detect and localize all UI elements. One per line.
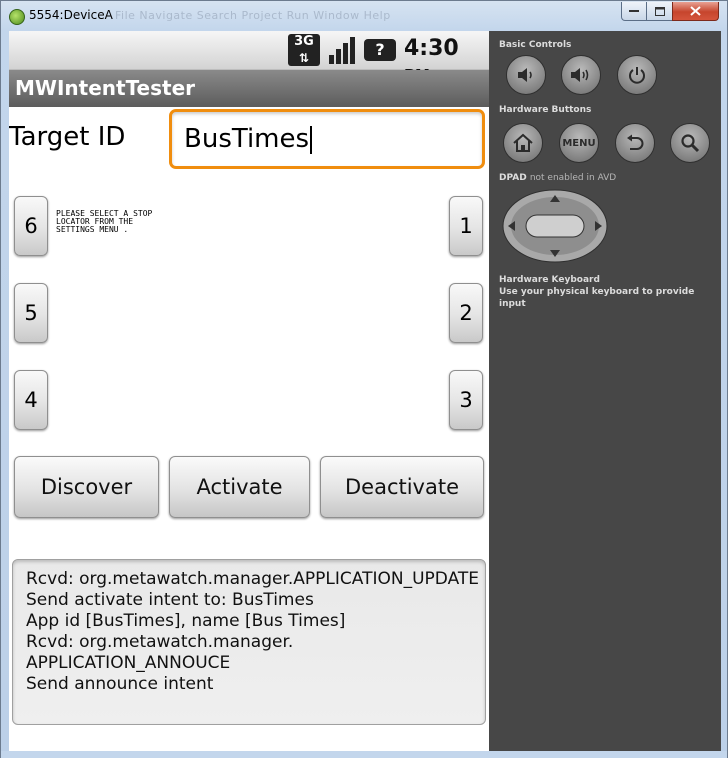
home-button[interactable] xyxy=(503,123,543,163)
keyboard-note: Use your physical keyboard to provide in… xyxy=(499,287,695,309)
button-6[interactable]: 6 xyxy=(14,196,48,256)
button-4[interactable]: 4 xyxy=(14,370,48,430)
close-icon xyxy=(690,6,701,16)
emulator-control-panel: Basic Controls Hardware Buttons MENU DPA… xyxy=(489,31,721,751)
emulator-window: 5554:DeviceA File Navigate Search Projec… xyxy=(0,0,728,758)
activate-button[interactable]: Activate xyxy=(169,456,310,518)
menu-icon: MENU xyxy=(562,137,596,149)
window-title: 5554:DeviceA xyxy=(29,8,113,22)
search-button[interactable] xyxy=(670,123,710,163)
log-line: Rcvd: org.metawatch.manager.APPLICATION_… xyxy=(26,569,480,589)
app-title-bar: MWIntentTester xyxy=(9,70,489,107)
button-5[interactable]: 5 xyxy=(14,283,48,343)
dpad-title: DPAD xyxy=(499,173,527,183)
volume-up-button[interactable] xyxy=(561,55,601,95)
power-icon xyxy=(629,67,645,84)
status-bar: 3G ⇅ ? 4:30 PM xyxy=(9,31,489,84)
log-output: Rcvd: org.metawatch.manager.APPLICATION_… xyxy=(12,559,486,725)
device-screen: 3G ⇅ ? 4:30 PM MWIntentTester Target ID … xyxy=(9,31,489,751)
back-button[interactable] xyxy=(615,123,655,163)
log-line: APPLICATION_ANNOUCE xyxy=(26,653,231,673)
log-line: Send announce intent xyxy=(26,674,214,694)
maximize-icon xyxy=(654,6,665,16)
app-title: MWIntentTester xyxy=(15,76,196,100)
power-button[interactable] xyxy=(617,55,657,95)
search-icon xyxy=(681,134,700,153)
stop-locator-hint: PLEASE SELECT A STOP LOCATOR FROM THE SE… xyxy=(56,209,153,234)
android-app-icon xyxy=(9,9,25,25)
button-2[interactable]: 2 xyxy=(449,283,483,343)
hardware-keyboard-info: Hardware Keyboard Use your physical keyb… xyxy=(499,274,721,310)
volume-up-icon xyxy=(571,68,589,82)
menu-button[interactable]: MENU xyxy=(559,123,599,163)
signal-strength-icon xyxy=(329,37,355,64)
battery-glyph: ? xyxy=(375,40,385,59)
dpad-note: not enabled in AVD xyxy=(529,173,617,183)
volume-down-button[interactable] xyxy=(506,55,546,95)
hardware-buttons-label: Hardware Buttons xyxy=(499,105,592,115)
home-icon xyxy=(513,133,533,152)
background-menu-text: File Navigate Search Project Run Window … xyxy=(115,9,391,22)
target-id-value: BusTimes xyxy=(184,124,310,154)
minimize-button[interactable] xyxy=(621,2,647,21)
button-1[interactable]: 1 xyxy=(449,196,483,256)
log-line: Send activate intent to: BusTimes xyxy=(26,590,314,610)
close-button[interactable] xyxy=(672,2,719,21)
discover-button[interactable]: Discover xyxy=(14,456,159,518)
network-3g-icon: 3G ⇅ xyxy=(288,34,320,66)
data-arrows-icon: ⇅ xyxy=(298,51,310,65)
minimize-icon xyxy=(629,10,639,12)
maximize-button[interactable] xyxy=(646,2,673,21)
log-line: Rcvd: org.metawatch.manager. xyxy=(26,632,294,652)
title-bar[interactable]: 5554:DeviceA File Navigate Search Projec… xyxy=(1,1,727,31)
target-id-input[interactable]: BusTimes xyxy=(169,109,485,169)
window-bottom-border xyxy=(1,751,727,758)
deactivate-button[interactable]: Deactivate xyxy=(320,456,484,518)
text-caret xyxy=(310,125,313,154)
target-id-label: Target ID xyxy=(9,122,126,152)
clock-time: 4:30 xyxy=(404,36,459,61)
back-icon xyxy=(627,134,644,150)
battery-unknown-icon: ? xyxy=(364,39,396,61)
network-type: 3G xyxy=(294,34,314,49)
button-3[interactable]: 3 xyxy=(449,370,483,430)
dpad-label: DPAD not enabled in AVD xyxy=(499,173,616,183)
dpad-control[interactable] xyxy=(502,189,608,263)
log-line: App id [BusTimes], name [Bus Times] xyxy=(26,611,346,631)
basic-controls-label: Basic Controls xyxy=(499,40,572,50)
keyboard-label: Hardware Keyboard xyxy=(499,275,600,285)
volume-down-icon xyxy=(518,68,532,82)
